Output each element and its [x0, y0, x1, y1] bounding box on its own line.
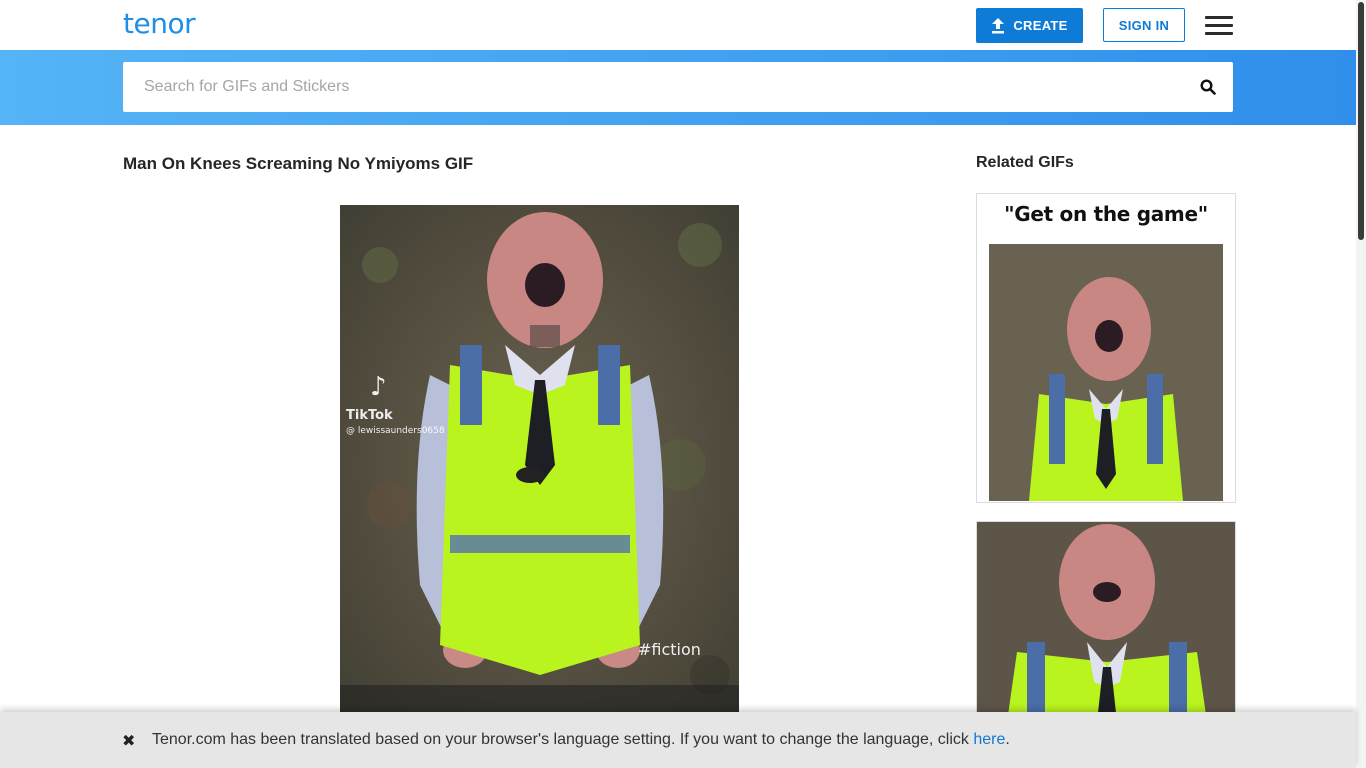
menu-line [1205, 32, 1233, 35]
gif-hashtag: #fiction [638, 640, 701, 659]
related-gif-caption: "Get on the game" [1004, 202, 1208, 226]
related-gif-item[interactable]: "Get on the game" [976, 193, 1236, 503]
page-title: Man On Knees Screaming No Ymiyoms GIF [123, 154, 474, 173]
tenor-logo[interactable]: tenor [123, 7, 196, 40]
banner-message: Tenor.com has been translated based on y… [152, 731, 974, 748]
related-gif-item[interactable] [976, 521, 1236, 721]
menu-line [1205, 24, 1233, 27]
upload-icon [992, 17, 1005, 33]
close-icon[interactable]: ✖ [122, 731, 135, 751]
change-language-link[interactable]: here [973, 731, 1005, 748]
related-gifs-heading: Related GIFs [976, 154, 1074, 171]
page-scrollbar[interactable] [1356, 0, 1366, 768]
banner-period: . [1005, 731, 1010, 748]
language-banner: ✖ Tenor.com has been translated based on… [0, 712, 1356, 768]
sign-in-button[interactable]: SIGN IN [1103, 8, 1185, 42]
create-button[interactable]: CREATE [976, 8, 1083, 43]
related-gif-image [977, 522, 1235, 720]
search-band [0, 50, 1356, 125]
gif-image: ♪ TikTok @ lewissaunders0658 #fiction [340, 205, 739, 725]
tiktok-watermark: TikTok [346, 408, 393, 423]
search-box [123, 62, 1233, 112]
tiktok-username: @ lewissaunders0658 [346, 426, 445, 436]
hamburger-menu-icon[interactable] [1205, 16, 1233, 35]
top-navigation-bar: tenor CREATE SIGN IN [0, 0, 1356, 50]
main-gif[interactable]: ♪ TikTok @ lewissaunders0658 #fiction [340, 205, 739, 725]
search-input[interactable] [123, 62, 1183, 112]
related-gif-image [989, 244, 1223, 501]
create-button-label: CREATE [1013, 18, 1068, 33]
menu-line [1205, 16, 1233, 19]
language-banner-text: Tenor.com has been translated based on y… [152, 731, 1010, 749]
search-icon[interactable] [1200, 79, 1216, 95]
sign-in-button-label: SIGN IN [1118, 17, 1170, 33]
scrollbar-thumb[interactable] [1358, 2, 1364, 240]
svg-text:♪: ♪ [370, 372, 387, 402]
